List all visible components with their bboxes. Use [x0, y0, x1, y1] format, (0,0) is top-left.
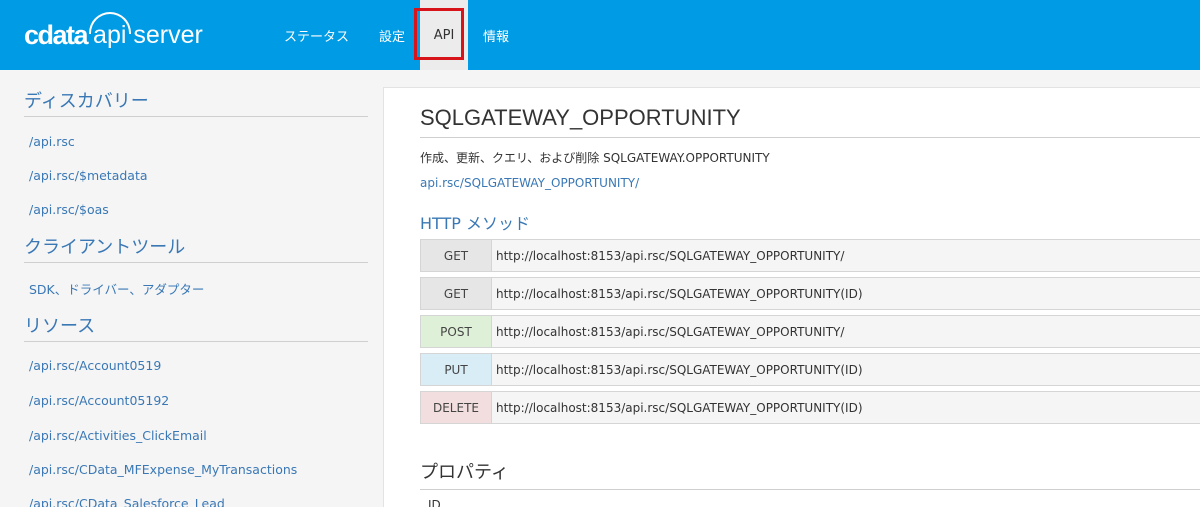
- method-url: http://localhost:8153/api.rsc/SQLGATEWAY…: [496, 286, 863, 301]
- method-url: http://localhost:8153/api.rsc/SQLGATEWAY…: [496, 400, 863, 415]
- top-navigation-bar: cdata api server ステータス 設定 API 情報: [0, 0, 1200, 70]
- discovery-section-title: ディスカバリー: [24, 87, 368, 117]
- method-url: http://localhost:8153/api.rsc/SQLGATEWAY…: [496, 362, 863, 377]
- sidebar-link-resource[interactable]: /api.rsc/Account05192: [24, 393, 169, 408]
- properties-title: プロパティ: [420, 462, 509, 483]
- sidebar-link-metadata[interactable]: /api.rsc/$metadata: [24, 168, 148, 183]
- method-row-get-id[interactable]: GET http://localhost:8153/api.rsc/SQLGAT…: [420, 277, 1200, 310]
- method-badge-delete: DELETE: [421, 392, 492, 423]
- sidebar-link-resource[interactable]: /api.rsc/Account0519: [24, 358, 161, 373]
- method-row-post[interactable]: POST http://localhost:8153/api.rsc/SQLGA…: [420, 315, 1200, 348]
- sidebar-link-oas[interactable]: /api.rsc/$oas: [24, 202, 109, 217]
- resource-url-link[interactable]: api.rsc/SQLGATEWAY_OPPORTUNITY/: [420, 176, 639, 190]
- method-badge-get: GET: [421, 278, 492, 309]
- method-url: http://localhost:8153/api.rsc/SQLGATEWAY…: [496, 248, 845, 263]
- sidebar-link-sdk[interactable]: SDK、ドライバー、アダプター: [24, 279, 204, 298]
- method-badge-get: GET: [421, 240, 492, 271]
- sidebar: ディスカバリー /api.rsc /api.rsc/$metadata /api…: [24, 70, 368, 507]
- main-nav: ステータス 設定 API 情報: [272, 0, 524, 70]
- sidebar-link-api-rsc[interactable]: /api.rsc: [24, 134, 75, 149]
- title-divider: [420, 137, 1200, 138]
- nav-info[interactable]: 情報: [468, 0, 524, 70]
- method-badge-post: POST: [421, 316, 492, 347]
- resources-section-title: リソース: [24, 312, 368, 342]
- method-row-get[interactable]: GET http://localhost:8153/api.rsc/SQLGAT…: [420, 239, 1200, 272]
- http-methods-title: HTTP メソッド: [420, 214, 531, 233]
- resource-title: SQLGATEWAY_OPPORTUNITY: [420, 105, 741, 130]
- sidebar-link-resource[interactable]: /api.rsc/CData_Salesforce_Lead: [24, 496, 225, 507]
- method-row-put[interactable]: PUT http://localhost:8153/api.rsc/SQLGAT…: [420, 353, 1200, 386]
- resource-detail-panel: SQLGATEWAY_OPPORTUNITY 作成、更新、クエリ、および削除 S…: [383, 87, 1200, 507]
- logo-brand: cdata: [24, 19, 89, 50]
- method-badge-put: PUT: [421, 354, 492, 385]
- logo-product: api server: [89, 11, 203, 50]
- cloud-icon: [89, 11, 132, 34]
- method-row-delete[interactable]: DELETE http://localhost:8153/api.rsc/SQL…: [420, 391, 1200, 424]
- resource-description: 作成、更新、クエリ、および削除 SQLGATEWAY.OPPORTUNITY: [420, 151, 770, 165]
- nav-api[interactable]: API: [420, 0, 469, 70]
- cdata-api-server-logo[interactable]: cdata api server: [24, 11, 203, 50]
- nav-settings[interactable]: 設定: [364, 0, 420, 70]
- sidebar-link-resource[interactable]: /api.rsc/CData_MFExpense_MyTransactions: [24, 462, 297, 477]
- properties-divider: [420, 489, 1200, 490]
- client-tools-section-title: クライアントツール: [24, 233, 368, 263]
- property-column-id: ID: [428, 498, 441, 507]
- sidebar-link-resource[interactable]: /api.rsc/Activities_ClickEmail: [24, 428, 207, 443]
- nav-status[interactable]: ステータス: [272, 0, 364, 70]
- method-url: http://localhost:8153/api.rsc/SQLGATEWAY…: [496, 324, 845, 339]
